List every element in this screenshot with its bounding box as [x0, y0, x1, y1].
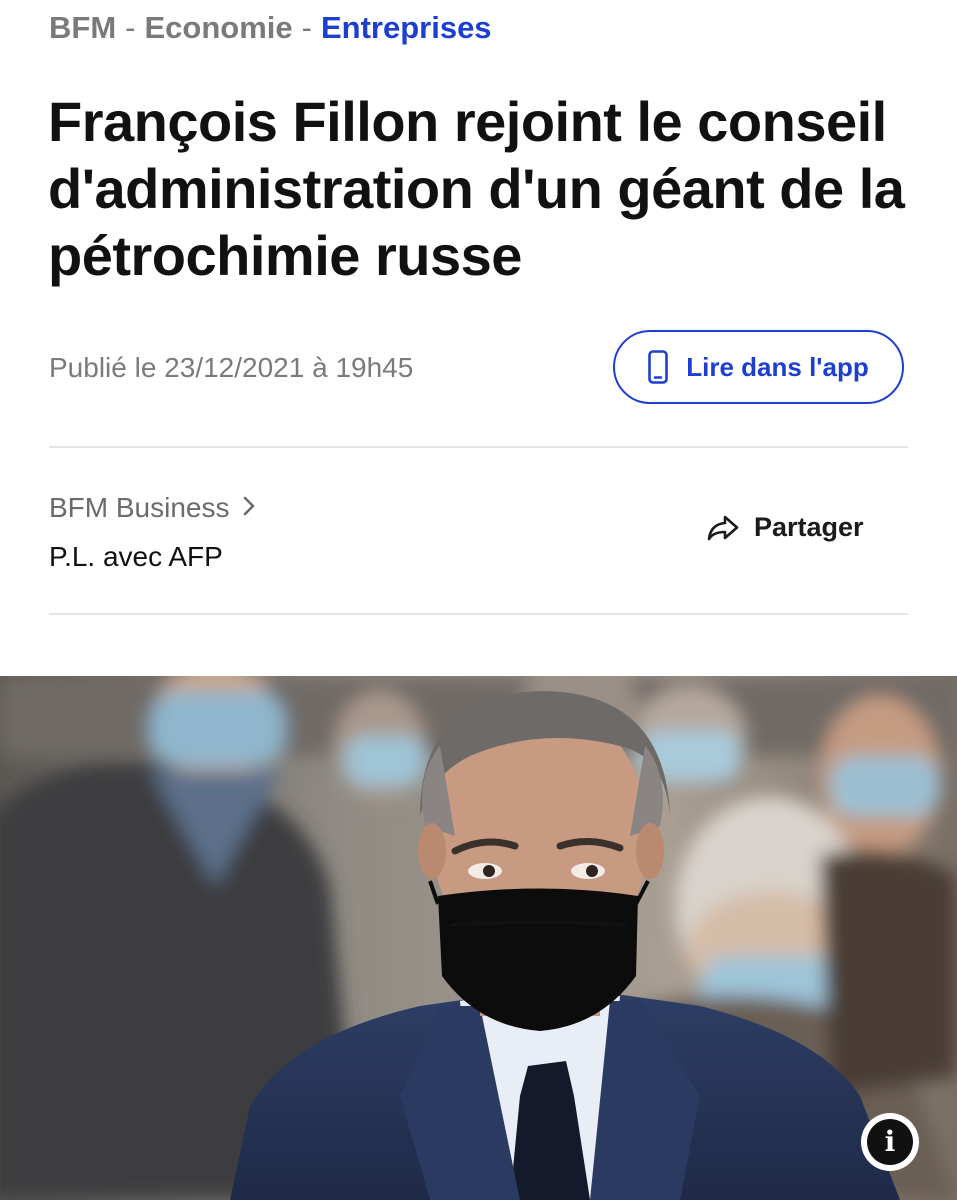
published-date: Publié le 23/12/2021 à 19h45	[49, 352, 414, 383]
article-photo	[0, 676, 957, 1200]
share-button[interactable]: Partager	[706, 512, 864, 543]
source-label: BFM Business	[49, 492, 230, 523]
divider	[49, 613, 908, 615]
divider	[49, 446, 908, 448]
article-page: BFM - Economie - Entreprises François Fillon…	[0, 0, 957, 1200]
breadcrumb-item-entreprises[interactable]: Entreprises	[321, 10, 492, 45]
info-button[interactable]: i	[861, 1113, 919, 1171]
smartphone-icon	[648, 350, 669, 384]
chevron-right-icon	[242, 490, 256, 526]
author: P.L. avec AFP	[49, 541, 223, 572]
source-link[interactable]: BFM Business	[49, 490, 256, 526]
info-icon: i	[867, 1119, 913, 1165]
read-in-app-button[interactable]: Lire dans l'app	[613, 330, 904, 404]
breadcrumb-separator: -	[125, 10, 136, 45]
breadcrumb-item-economie[interactable]: Economie	[144, 10, 292, 45]
share-label: Partager	[754, 512, 864, 542]
read-in-app-label: Lire dans l'app	[686, 351, 869, 382]
breadcrumb: BFM - Economie - Entreprises	[49, 8, 492, 48]
share-arrow-icon	[706, 514, 740, 542]
breadcrumb-item-bfm[interactable]: BFM	[49, 10, 116, 45]
article-title: François Fillon rejoint le conseil d'adm…	[48, 90, 905, 287]
breadcrumb-separator: -	[301, 10, 312, 45]
